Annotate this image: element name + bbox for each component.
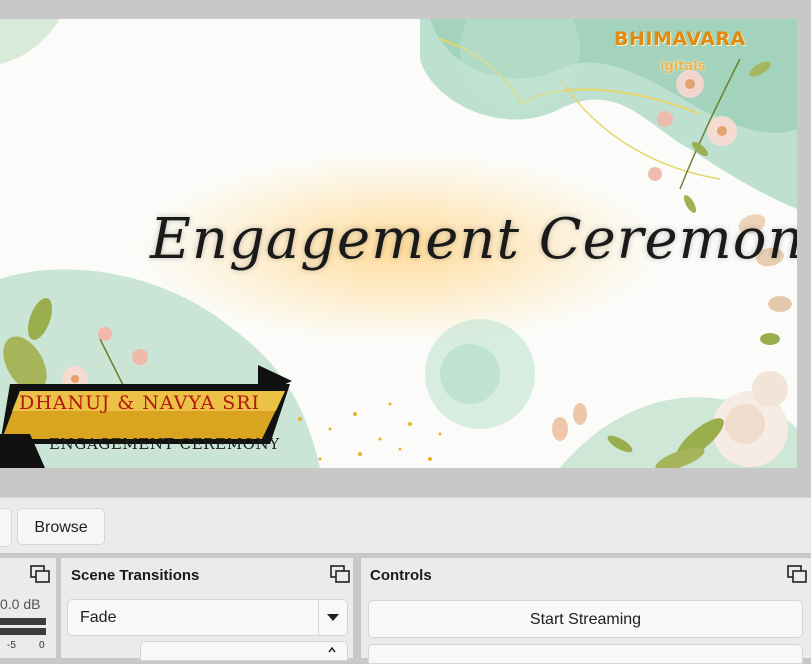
controls-title: Controls <box>370 567 432 584</box>
undock-icon[interactable] <box>330 565 350 583</box>
chevron-down-icon[interactable] <box>327 614 339 621</box>
program-preview-canvas[interactable]: Engagement Ceremony BHIMAVARA igitals DH… <box>0 19 797 468</box>
select-divider <box>318 600 319 635</box>
volume-meter-channel-2 <box>0 628 46 635</box>
banner-names: DHANUJ & NAVYA SRI <box>19 392 261 414</box>
brand-logo-subtext: igitals <box>660 59 706 74</box>
scene-transitions-title: Scene Transitions <box>71 567 200 584</box>
source-toolbar <box>0 497 811 553</box>
start-streaming-button[interactable]: Start Streaming <box>368 600 803 638</box>
undock-icon[interactable] <box>30 565 50 583</box>
meter-tick-0: 0 <box>39 640 45 651</box>
undock-icon[interactable] <box>787 565 807 583</box>
start-recording-button[interactable] <box>368 644 803 664</box>
transition-duration-spinbox[interactable] <box>140 641 348 661</box>
banner-event: ENGAGEMENT CEREMONY <box>49 435 280 453</box>
browse-button[interactable]: Browse <box>17 508 105 545</box>
transition-selected-value: Fade <box>80 609 117 626</box>
source-property-button[interactable] <box>0 508 12 547</box>
brand-logo-text: BHIMAVARA <box>614 28 746 50</box>
meter-tick-neg5: -5 <box>7 640 16 651</box>
volume-meter <box>0 618 46 625</box>
ceremony-title: Engagement Ceremony <box>150 207 797 272</box>
volume-readout: 0.0 dB <box>0 596 41 612</box>
